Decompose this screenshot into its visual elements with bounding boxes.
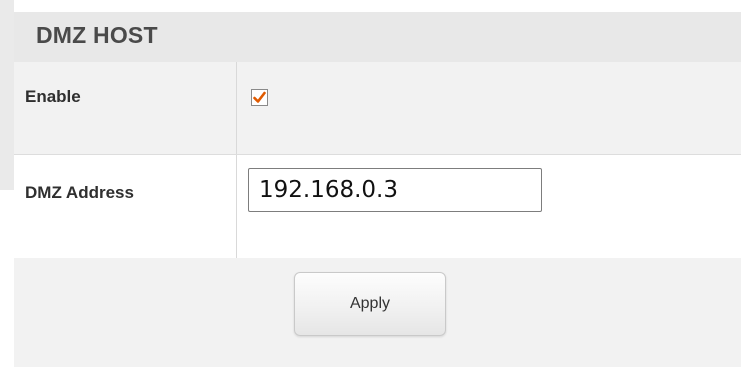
column-divider — [236, 155, 237, 258]
apply-button[interactable]: Apply — [294, 272, 446, 336]
enable-label: Enable — [25, 87, 81, 106]
dmz-address-input[interactable] — [248, 168, 542, 212]
column-divider — [236, 62, 237, 154]
enable-checkbox[interactable] — [251, 89, 268, 106]
panel-header: DMZ HOST — [14, 12, 741, 62]
panel-title: DMZ HOST — [36, 22, 158, 48]
dmz-address-label: DMZ Address — [25, 183, 134, 202]
checkmark-icon — [253, 91, 266, 103]
enable-row — [14, 62, 741, 154]
left-background-strip — [0, 0, 14, 190]
